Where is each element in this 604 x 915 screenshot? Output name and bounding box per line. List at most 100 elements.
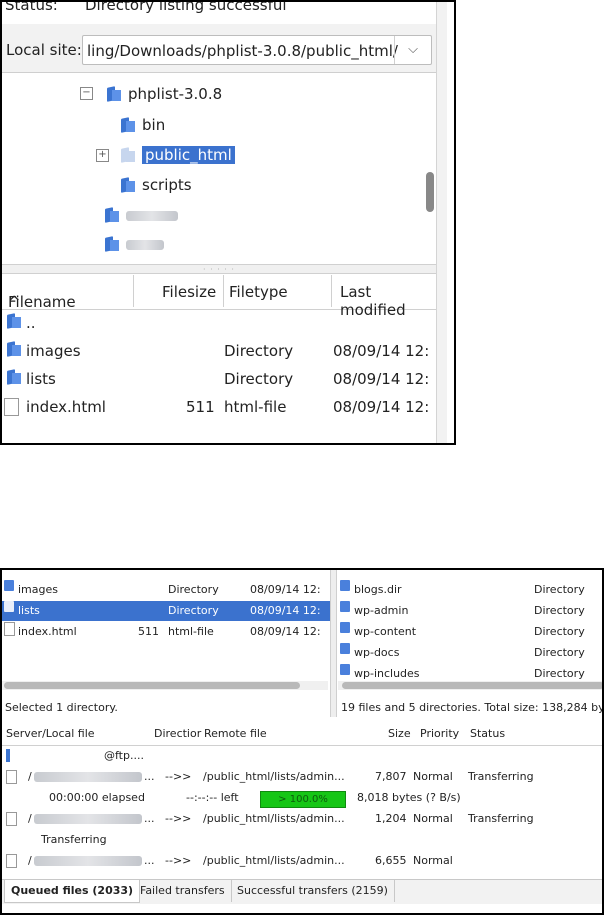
table-row[interactable]: lists Directory 08/09/14 12:	[2, 366, 436, 394]
server-host: @ftp....	[104, 749, 144, 762]
queue-row[interactable]: / ... -->> /public_html/lists/admin... 1…	[2, 808, 602, 829]
queue-local-prefix: /	[28, 770, 32, 783]
filetype: Directory	[224, 342, 294, 360]
queue-row[interactable]: / ... -->> /public_html/lists/admin... 7…	[2, 766, 602, 787]
local-row-index[interactable]: index.html 511 html-file 08/09/14 12:	[2, 622, 330, 642]
queue-remote: /public_html/lists/admin...	[203, 812, 345, 825]
table-row[interactable]: index.html 511 html-file 08/09/14 12:	[2, 394, 436, 422]
column-server-local-file[interactable]: Server/Local file	[6, 727, 95, 740]
filetype: Directory	[224, 370, 294, 388]
queue-priority: Normal	[413, 854, 453, 867]
queue-progress-row: 00:00:00 elapsed --:--:-- left > 100.0% …	[2, 787, 602, 808]
folder-icon	[6, 314, 22, 328]
remote-row[interactable]: wp-docs Directory	[338, 643, 602, 663]
column-size[interactable]: Size	[388, 727, 411, 740]
column-status[interactable]: Status	[470, 727, 505, 740]
expand-icon[interactable]: +	[96, 149, 109, 162]
folder-icon	[340, 580, 350, 591]
filename: blogs.dir	[354, 583, 402, 596]
right-pane-edge	[436, 2, 447, 443]
queue-size: 1,204	[375, 812, 407, 825]
tree-item-label: bin	[142, 116, 166, 134]
table-row[interactable]: ..	[2, 310, 436, 338]
status-line: Status: Directory listing successful	[2, 0, 442, 18]
filename: images	[26, 342, 81, 360]
local-status-text: Selected 1 directory.	[5, 701, 118, 714]
column-filetype[interactable]: Filetype	[229, 283, 288, 301]
local-site-path[interactable]: ling/Downloads/phplist-3.0.8/public_html…	[87, 42, 398, 60]
tab-queued-files[interactable]: Queued files (2033)	[4, 880, 141, 903]
filezilla-window-excerpt: images Directory 08/09/14 12: lists Dire…	[0, 568, 604, 915]
time-left: --:--:-- left	[186, 791, 239, 804]
queue-row[interactable]: / ... -->> /public_html/lists/admin... 6…	[2, 850, 602, 871]
last-modified: 08/09/14 12:	[250, 625, 321, 638]
column-filesize[interactable]: Filesize	[162, 283, 216, 301]
local-site-combobox[interactable]: ling/Downloads/phplist-3.0.8/public_html…	[82, 35, 432, 65]
pane-splitter[interactable]	[330, 570, 337, 717]
tree-scrollbar-thumb[interactable]	[426, 172, 434, 212]
local-site-panel-zoom: Status: Directory listing successful Loc…	[0, 0, 456, 445]
tree-item-redacted[interactable]	[104, 233, 164, 255]
filename: wp-admin	[354, 604, 409, 617]
filename: lists	[26, 370, 56, 388]
tree-item-label: scripts	[142, 176, 192, 194]
tab-failed-transfers[interactable]: Failed transfers	[134, 880, 232, 902]
column-priority[interactable]: Priority	[420, 727, 459, 740]
filesize: 511	[186, 398, 215, 416]
filename: wp-docs	[354, 646, 400, 659]
folder-icon	[6, 342, 22, 356]
filetype: Directory	[168, 604, 219, 617]
queue-direction: -->>	[165, 812, 192, 825]
remote-row[interactable]: wp-admin Directory	[338, 601, 602, 621]
queue-status: Transferring	[468, 812, 534, 825]
tab-successful-transfers[interactable]: Successful transfers (2159)	[231, 880, 395, 902]
column-remote-file[interactable]: Remote file	[204, 727, 267, 740]
local-row-lists[interactable]: lists Directory 08/09/14 12:	[2, 601, 330, 621]
tree-item-phplist[interactable]: − phplist-3.0.8	[80, 83, 222, 105]
queue-priority: Normal	[413, 812, 453, 825]
filename: wp-content	[354, 625, 417, 638]
filename: index.html	[18, 625, 77, 638]
tree-item-scripts[interactable]: scripts	[120, 174, 192, 196]
filename: index.html	[26, 398, 106, 416]
folder-icon	[4, 580, 14, 591]
queue-remote: /public_html/lists/admin...	[203, 854, 345, 867]
chevron-down-icon[interactable]: ⌵	[394, 36, 431, 64]
queue-substatus-row: Transferring	[2, 829, 602, 850]
queue-server-row[interactable]: @ftp....	[2, 745, 602, 766]
filetype: Directory	[534, 646, 585, 659]
table-row[interactable]: images Directory 08/09/14 12:	[2, 338, 436, 366]
folder-icon	[104, 208, 120, 222]
queue-local-prefix: /	[28, 812, 32, 825]
column-direction[interactable]: Directior	[154, 727, 201, 740]
filetype: Directory	[168, 583, 219, 596]
remote-hscrollbar[interactable]	[338, 681, 602, 690]
folder-icon	[340, 622, 350, 633]
sort-ascending-icon: ^	[8, 293, 21, 311]
transfer-bytes: 8,018 bytes (? B/s)	[357, 791, 461, 804]
folder-icon	[106, 87, 122, 101]
folder-icon	[6, 370, 22, 384]
filetype: Directory	[534, 625, 585, 638]
file-icon	[6, 770, 17, 784]
local-site-label: Local site:	[6, 41, 82, 59]
last-modified: 08/09/14 12:	[333, 370, 430, 388]
remote-row[interactable]: wp-content Directory	[338, 622, 602, 642]
folder-icon	[104, 237, 120, 251]
folder-icon	[340, 643, 350, 654]
collapse-icon[interactable]: −	[80, 87, 93, 100]
tree-item-label: phplist-3.0.8	[128, 85, 223, 103]
folder-icon	[340, 664, 350, 675]
local-row-images[interactable]: images Directory 08/09/14 12:	[2, 580, 330, 600]
status-value: Directory listing successful	[85, 0, 287, 14]
redacted-path	[34, 814, 142, 824]
tree-item-bin[interactable]: bin	[120, 114, 165, 136]
tree-item-public-html[interactable]: + public_html	[96, 144, 235, 166]
redacted-path	[34, 772, 142, 782]
queue-substatus: Transferring	[41, 833, 107, 846]
queue-tabs: Queued files (2033) Failed transfers Suc…	[2, 879, 602, 904]
queue-direction: -->>	[165, 770, 192, 783]
tree-item-redacted[interactable]	[104, 204, 178, 226]
remote-row[interactable]: blogs.dir Directory	[338, 580, 602, 600]
local-hscrollbar[interactable]	[2, 681, 328, 690]
